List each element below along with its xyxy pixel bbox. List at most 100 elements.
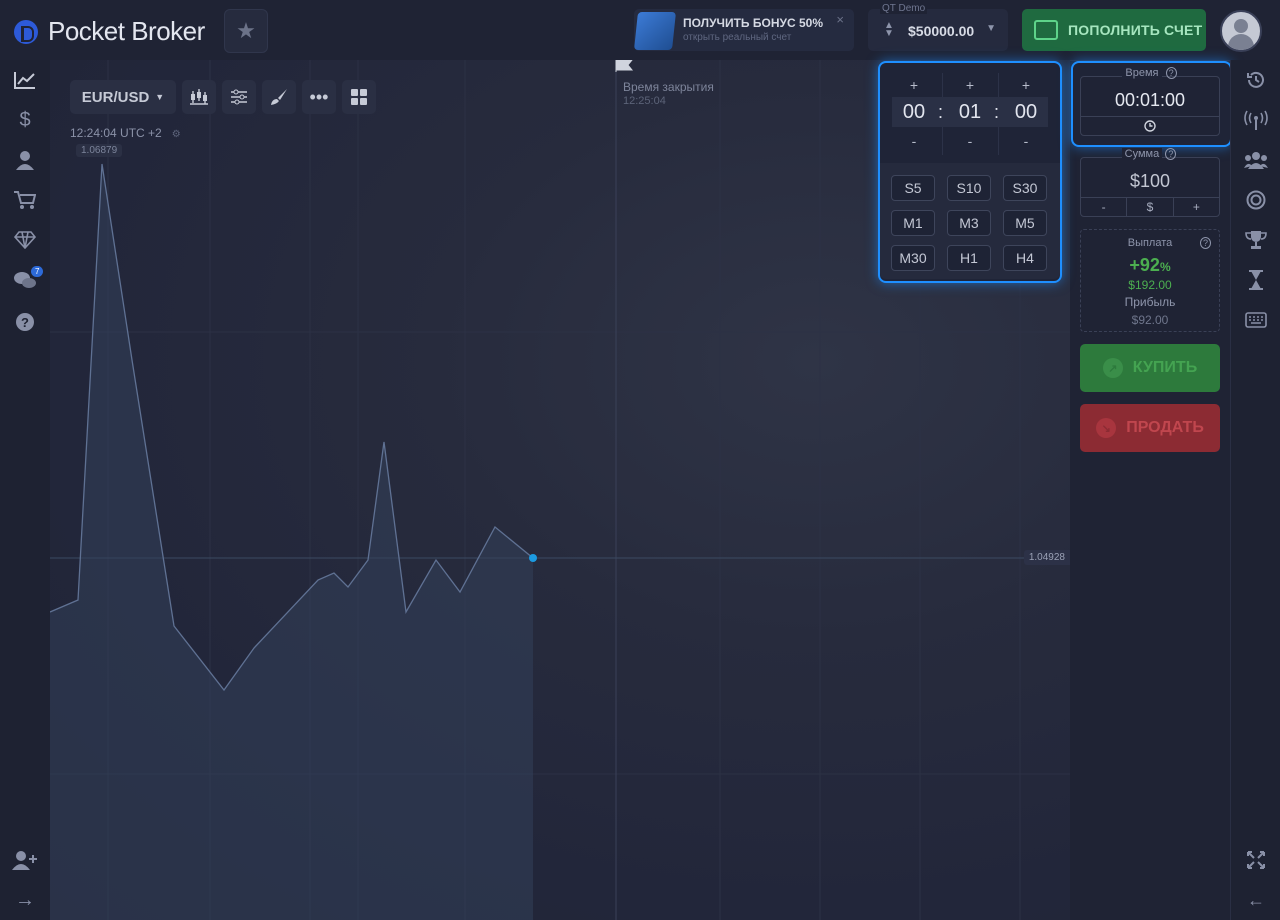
help-icon[interactable]: ? <box>1165 67 1177 79</box>
gear-icon[interactable]: ⚙ <box>172 129 181 140</box>
left-sidebar: $ 7 ? → <box>0 60 51 920</box>
drawing-tools-button[interactable] <box>262 80 296 114</box>
expand-arrow-icon[interactable]: → <box>0 882 50 918</box>
favorites-button[interactable]: ★ <box>224 9 268 53</box>
minutes-increment[interactable]: + <box>947 77 993 93</box>
payout-percent-value: +92 <box>1129 255 1160 275</box>
bonus-banner[interactable]: ПОЛУЧИТЬ БОНУС 50% открыть реальный счет… <box>634 9 854 51</box>
hours-decrement[interactable]: - <box>891 133 937 149</box>
avatar-head <box>1234 19 1248 33</box>
user-icon[interactable] <box>0 142 50 178</box>
preset-h1[interactable]: H1 <box>947 245 991 271</box>
buy-label: КУПИТЬ <box>1132 359 1198 376</box>
target-icon[interactable] <box>1231 185 1280 215</box>
sell-label: ПРОДАТЬ <box>1126 419 1204 436</box>
keyboard-icon[interactable] <box>1231 305 1280 335</box>
amount-box[interactable]: $100 - $ + <box>1080 157 1220 217</box>
profit-label: Прибыль <box>1124 295 1176 309</box>
hours-field[interactable]: 00 <box>889 97 939 127</box>
expiry-time: 12:25:04 <box>623 95 666 107</box>
deposit-button[interactable]: ПОПОЛНИТЬ СЧЕТ <box>1022 9 1206 51</box>
help-icon[interactable]: ? <box>0 304 50 340</box>
chevron-down-icon: ▼ <box>155 92 165 102</box>
cart-icon[interactable] <box>0 182 50 218</box>
amount-label: Сумма <box>1121 148 1163 160</box>
brush-icon <box>271 89 287 105</box>
hours-increment[interactable]: + <box>891 77 937 93</box>
clock-time: 12:24:04 UTC +2 <box>70 126 162 140</box>
seconds-decrement[interactable]: - <box>1003 133 1049 149</box>
trophy-icon[interactable] <box>1231 225 1280 255</box>
dollar-icon[interactable]: $ <box>0 102 50 138</box>
preset-h4[interactable]: H4 <box>1003 245 1047 271</box>
preset-m1[interactable]: M1 <box>891 210 935 236</box>
payout-percent: +92% <box>1081 255 1219 276</box>
chat-badge: 7 <box>31 266 44 277</box>
top-bar: Pocket Broker ★ ПОЛУЧИТЬ БОНУС 50% откры… <box>0 0 1280 61</box>
seconds-field[interactable]: 00 <box>1001 97 1051 127</box>
more-button[interactable]: ••• <box>302 80 336 114</box>
grid-icon <box>351 89 367 105</box>
help-icon[interactable]: ? <box>1199 237 1211 249</box>
add-user-icon[interactable] <box>0 842 50 878</box>
time-label-row: Время ? <box>1073 67 1226 79</box>
bonus-title: ПОЛУЧИТЬ БОНУС 50% <box>683 16 823 30</box>
history-icon[interactable] <box>1231 65 1280 95</box>
profit-amount: $92.00 <box>1131 313 1169 327</box>
minutes-decrement[interactable]: - <box>947 133 993 149</box>
layout-button[interactable] <box>342 80 376 114</box>
arrow-down-right-icon: ↘ <box>1096 418 1117 438</box>
pair-selector[interactable]: EUR/USD ▼ <box>70 80 176 114</box>
help-icon[interactable]: ? <box>1165 148 1177 160</box>
amount-value[interactable]: $100 <box>1081 171 1219 192</box>
diamond-icon[interactable] <box>0 222 50 258</box>
logo-icon <box>14 19 38 44</box>
fullscreen-icon[interactable] <box>1231 845 1280 875</box>
amount-decrement[interactable]: - <box>1081 198 1128 216</box>
account-selector[interactable]: QT Demo ▲ ▼ $50000.00 ▼ <box>868 3 1008 51</box>
close-icon[interactable]: × <box>836 12 844 27</box>
buy-button[interactable]: ↗ КУПИТЬ <box>1080 344 1220 392</box>
seconds-increment[interactable]: + <box>1003 77 1049 93</box>
indicators-button[interactable] <box>222 80 256 114</box>
amount-label-row: Сумма ? <box>1080 148 1218 160</box>
preset-panel: S5 S10 S30 M1 M3 M5 M30 H1 H4 <box>880 163 1060 279</box>
time-selector[interactable]: 00:01:00 Время ? <box>1071 61 1232 147</box>
collapse-arrow-icon[interactable]: ← <box>1231 885 1280 915</box>
amount-increment[interactable]: + <box>1174 198 1219 216</box>
preset-s5[interactable]: S5 <box>891 175 935 201</box>
star-icon: ★ <box>236 18 256 43</box>
account-type-label: QT Demo <box>880 3 928 14</box>
account-balance: $50000.00 <box>908 23 975 39</box>
time-box[interactable]: 00:01:00 <box>1080 76 1220 136</box>
amount-controls: - $ + <box>1081 197 1219 216</box>
sell-button[interactable]: ↘ ПРОДАТЬ <box>1080 404 1220 452</box>
right-sidebar: ← <box>1230 60 1280 920</box>
chart-type-button[interactable] <box>182 80 216 114</box>
current-price-tag: 1.04928 <box>1023 550 1070 565</box>
social-trading-icon[interactable] <box>1231 145 1280 175</box>
logo[interactable]: Pocket Broker <box>14 16 205 47</box>
flag-icon <box>615 60 634 72</box>
preset-m3[interactable]: M3 <box>947 210 991 236</box>
time-value: 00:01:00 <box>1114 90 1186 110</box>
avatar[interactable] <box>1220 10 1262 52</box>
percent-sign: % <box>1159 260 1171 274</box>
trading-chart-icon[interactable] <box>0 62 50 98</box>
chat-icon[interactable]: 7 <box>0 262 50 298</box>
more-dots-icon: ••• <box>309 86 329 107</box>
expiry-label: Время закрытия <box>623 80 714 94</box>
time-separator: : <box>938 102 944 122</box>
preset-s30[interactable]: S30 <box>1003 175 1047 201</box>
clock-icon[interactable] <box>1081 116 1219 135</box>
hourglass-icon[interactable] <box>1231 265 1280 295</box>
signals-icon[interactable] <box>1231 105 1280 135</box>
amount-currency[interactable]: $ <box>1127 198 1174 216</box>
preset-m30[interactable]: M30 <box>891 245 935 271</box>
preset-m5[interactable]: M5 <box>1003 210 1047 236</box>
minutes-field[interactable]: 01 <box>945 97 995 127</box>
arrow-up-right-icon: ↗ <box>1102 358 1123 378</box>
wallet-icon <box>1034 20 1058 40</box>
preset-s10[interactable]: S10 <box>947 175 991 201</box>
candlestick-icon <box>190 89 208 105</box>
